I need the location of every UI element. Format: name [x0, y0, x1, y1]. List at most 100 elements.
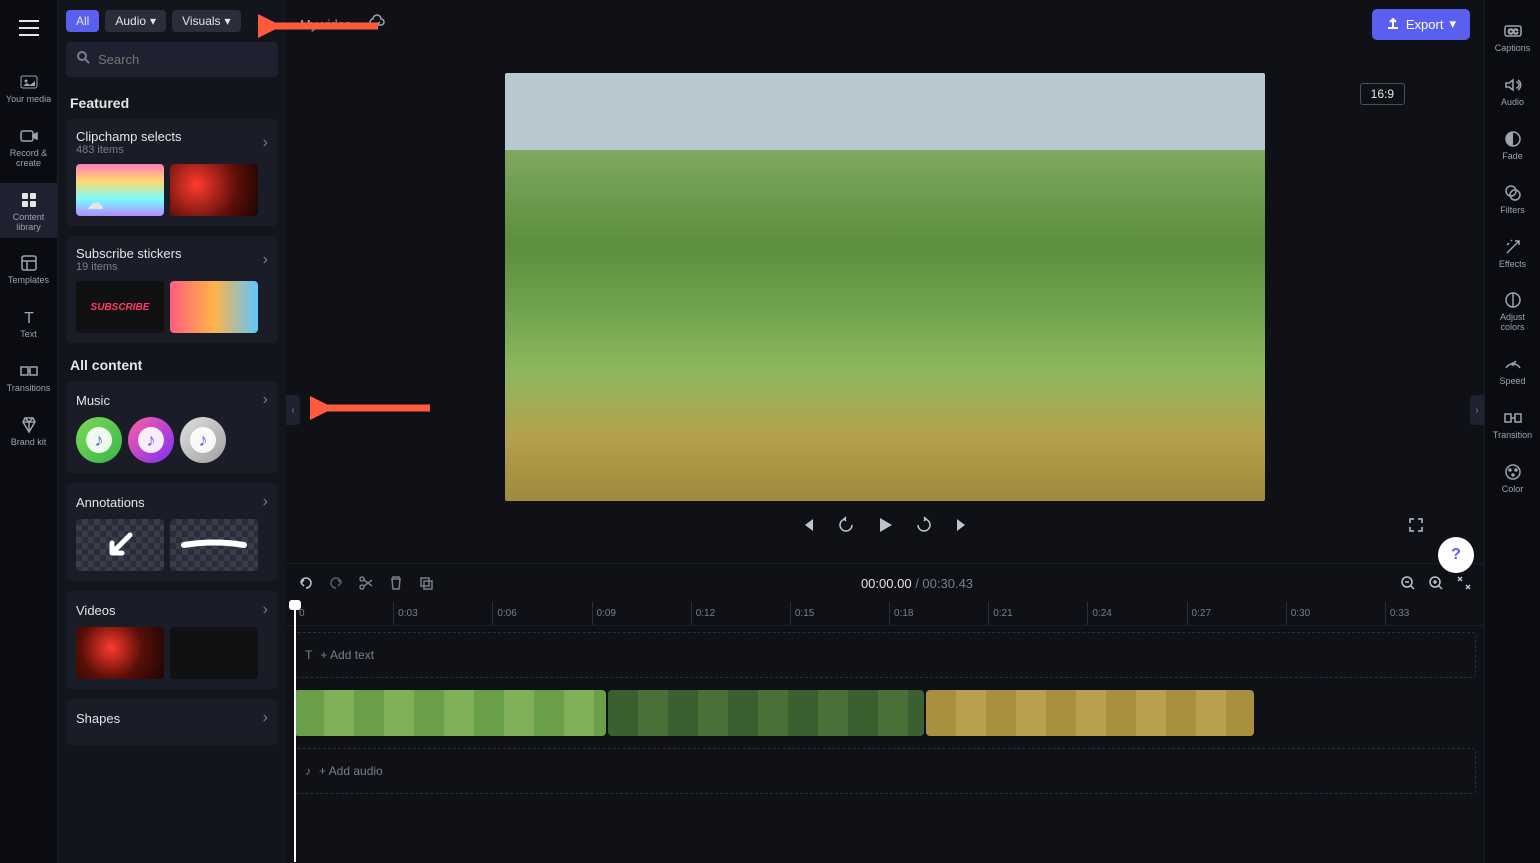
project-name[interactable]: My video	[300, 17, 352, 32]
prop-audio[interactable]: Audio	[1485, 66, 1540, 116]
prop-transition[interactable]: Transition	[1485, 399, 1540, 449]
zoom-fit-button[interactable]	[1456, 575, 1472, 591]
zoom-in-button[interactable]	[1428, 575, 1444, 591]
music-thumb-2[interactable]: ♪	[128, 417, 174, 463]
search-input[interactable]	[98, 52, 274, 67]
nav-content-library[interactable]: Content library	[0, 183, 57, 239]
chevron-right-icon: ›	[263, 251, 268, 269]
export-button[interactable]: Export ▾	[1372, 9, 1470, 40]
thumb-bells[interactable]	[170, 281, 258, 333]
group-header[interactable]: Shapes ›	[76, 709, 268, 727]
redo-button[interactable]	[328, 575, 344, 591]
collection-header[interactable]: Clipchamp selects 483 items ›	[76, 129, 268, 156]
group-header[interactable]: Music ›	[76, 391, 268, 409]
group-shapes: Shapes ›	[66, 699, 278, 745]
filter-audio[interactable]: Audio▾	[105, 10, 166, 32]
collection-title: Clipchamp selects	[76, 129, 182, 144]
video-preview[interactable]	[505, 73, 1265, 501]
video-thumb-2[interactable]	[170, 627, 258, 679]
video-thumb-1[interactable]	[76, 627, 164, 679]
zoom-out-button[interactable]	[1400, 575, 1416, 591]
chevron-right-icon: ›	[263, 601, 268, 619]
delete-button[interactable]	[388, 575, 404, 591]
video-clip-2[interactable]	[608, 690, 924, 736]
video-clip-3[interactable]	[926, 690, 1254, 736]
nav-label: Text	[20, 330, 37, 340]
skip-back-button[interactable]	[799, 516, 817, 534]
text-track[interactable]: T + Add text	[294, 632, 1476, 678]
group-music: Music › ♪ ♪ ♪	[66, 381, 278, 473]
speed-icon	[1502, 353, 1524, 375]
text-icon: T	[305, 648, 312, 662]
duplicate-button[interactable]	[418, 575, 434, 591]
thumb-subscribe[interactable]: SUBSCRIBE	[76, 281, 164, 333]
prop-captions[interactable]: CC Captions	[1485, 12, 1540, 62]
collection-header[interactable]: Subscribe stickers 19 items ›	[76, 246, 268, 273]
thumb-rainbow[interactable]	[76, 164, 164, 216]
ruler-tick: 0:15	[790, 602, 889, 625]
nav-templates[interactable]: Templates	[0, 246, 57, 292]
music-note-icon: ♪	[190, 427, 216, 453]
search-box[interactable]	[66, 42, 278, 77]
rewind-button[interactable]	[837, 516, 855, 534]
prop-effects[interactable]: Effects	[1485, 228, 1540, 278]
nav-transitions[interactable]: Transitions	[0, 354, 57, 400]
nav-text[interactable]: T Text	[0, 300, 57, 346]
group-header[interactable]: Annotations ›	[76, 493, 268, 511]
ruler-tick: 0:24	[1087, 602, 1186, 625]
all-content-heading: All content	[70, 357, 274, 373]
sidebar-collapse-button[interactable]: ‹	[286, 395, 300, 425]
right-panel-collapse-button[interactable]: ›	[1470, 395, 1484, 425]
music-thumb-3[interactable]: ♪	[180, 417, 226, 463]
playhead[interactable]	[294, 602, 296, 862]
filters-icon	[1502, 182, 1524, 204]
filter-visuals[interactable]: Visuals▾	[172, 10, 241, 32]
chevron-right-icon: ›	[263, 134, 268, 152]
annotation-brush[interactable]	[170, 519, 258, 571]
filter-all[interactable]: All	[66, 10, 99, 32]
cloud-sync-icon[interactable]	[368, 13, 386, 36]
nav-label: Brand kit	[11, 438, 47, 448]
nav-your-media[interactable]: Your media	[0, 65, 57, 111]
prop-label: Fade	[1502, 152, 1523, 162]
help-button[interactable]: ?	[1438, 537, 1474, 573]
aspect-ratio-badge[interactable]: 16:9	[1360, 83, 1405, 105]
main-area: My video Export ▾ 16:9 ?	[286, 0, 1484, 863]
templates-icon	[18, 252, 40, 274]
prop-color[interactable]: Color	[1485, 453, 1540, 503]
brand-icon	[18, 414, 40, 436]
group-header[interactable]: Videos ›	[76, 601, 268, 619]
prop-filters[interactable]: Filters	[1485, 174, 1540, 224]
nav-record-create[interactable]: Record & create	[0, 119, 57, 175]
chevron-down-icon: ▾	[1449, 16, 1456, 32]
menu-button[interactable]	[11, 12, 47, 49]
forward-button[interactable]	[915, 516, 933, 534]
nav-brand-kit[interactable]: Brand kit	[0, 408, 57, 454]
undo-button[interactable]	[298, 575, 314, 591]
featured-heading: Featured	[70, 95, 274, 111]
ruler-tick: 0	[294, 602, 393, 625]
prop-label: Color	[1502, 485, 1524, 495]
chevron-right-icon: ›	[263, 493, 268, 511]
prop-adjust-colors[interactable]: Adjust colors	[1485, 281, 1540, 341]
music-note-icon: ♪	[86, 427, 112, 453]
annotation-arrow[interactable]	[76, 519, 164, 571]
split-button[interactable]	[358, 575, 374, 591]
music-thumb-1[interactable]: ♪	[76, 417, 122, 463]
ruler-tick: 0:30	[1286, 602, 1385, 625]
nav-label: Your media	[6, 95, 51, 105]
group-videos: Videos ›	[66, 591, 278, 689]
fullscreen-button[interactable]	[1408, 517, 1424, 533]
prop-fade[interactable]: Fade	[1485, 120, 1540, 170]
chevron-down-icon: ▾	[225, 14, 231, 28]
prop-label: Filters	[1500, 206, 1525, 216]
audio-track[interactable]: ♪ + Add audio	[294, 748, 1476, 794]
prop-speed[interactable]: Speed	[1485, 345, 1540, 395]
group-title: Shapes	[76, 711, 120, 726]
video-clip-1[interactable]	[294, 690, 606, 736]
timeline-ruler[interactable]: 00:030:060:090:120:150:180:210:240:270:3…	[286, 602, 1484, 626]
collection-count: 19 items	[76, 261, 181, 273]
skip-forward-button[interactable]	[953, 516, 971, 534]
thumb-red-spark[interactable]	[170, 164, 258, 216]
play-button[interactable]	[875, 515, 895, 535]
